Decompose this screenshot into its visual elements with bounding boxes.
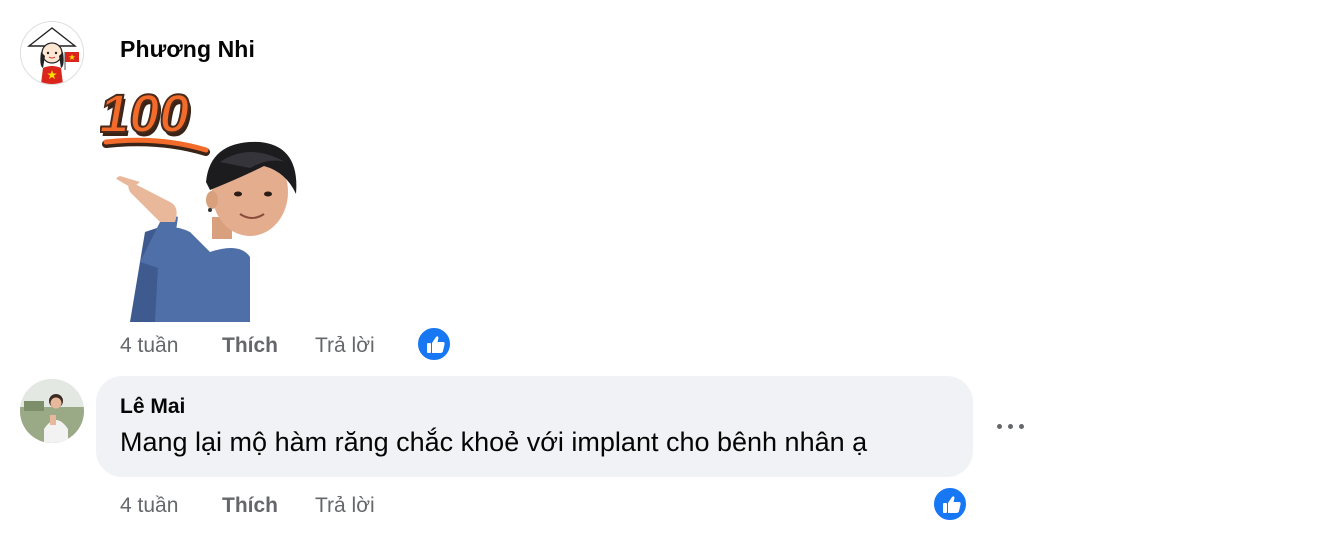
pointing-man-100-sticker[interactable]: 100 100: [94, 82, 305, 322]
comment-author[interactable]: Lê Mai: [120, 395, 185, 419]
like-reaction-icon[interactable]: [416, 326, 452, 362]
reply-button[interactable]: Trả lời: [315, 334, 375, 358]
comment-text: Mang lại mộ hàm răng chắc khoẻ với impla…: [120, 427, 868, 457]
comment-bubble: Lê Mai Mang lại mộ hàm răng chắc khoẻ vớ…: [96, 376, 973, 477]
comment-thread: Phương Nhi 100 100 4 tuần Thích Trả lời …: [0, 0, 1342, 534]
comment-author[interactable]: Phương Nhi: [120, 36, 255, 63]
comment-timestamp[interactable]: 4 tuần: [120, 334, 178, 358]
avatar[interactable]: [20, 379, 84, 443]
avatar-photo-icon: [20, 379, 84, 443]
like-reaction-icon[interactable]: [932, 486, 968, 522]
reply-button[interactable]: Trả lời: [315, 494, 375, 518]
more-options-icon[interactable]: [994, 410, 1028, 444]
avatar-girl-icon: [21, 22, 83, 84]
sticker-100-label: 100: [100, 83, 196, 144]
comment-timestamp[interactable]: 4 tuần: [120, 494, 178, 518]
avatar[interactable]: [20, 21, 84, 85]
like-button[interactable]: Thích: [222, 494, 278, 518]
like-button[interactable]: Thích: [222, 334, 278, 358]
